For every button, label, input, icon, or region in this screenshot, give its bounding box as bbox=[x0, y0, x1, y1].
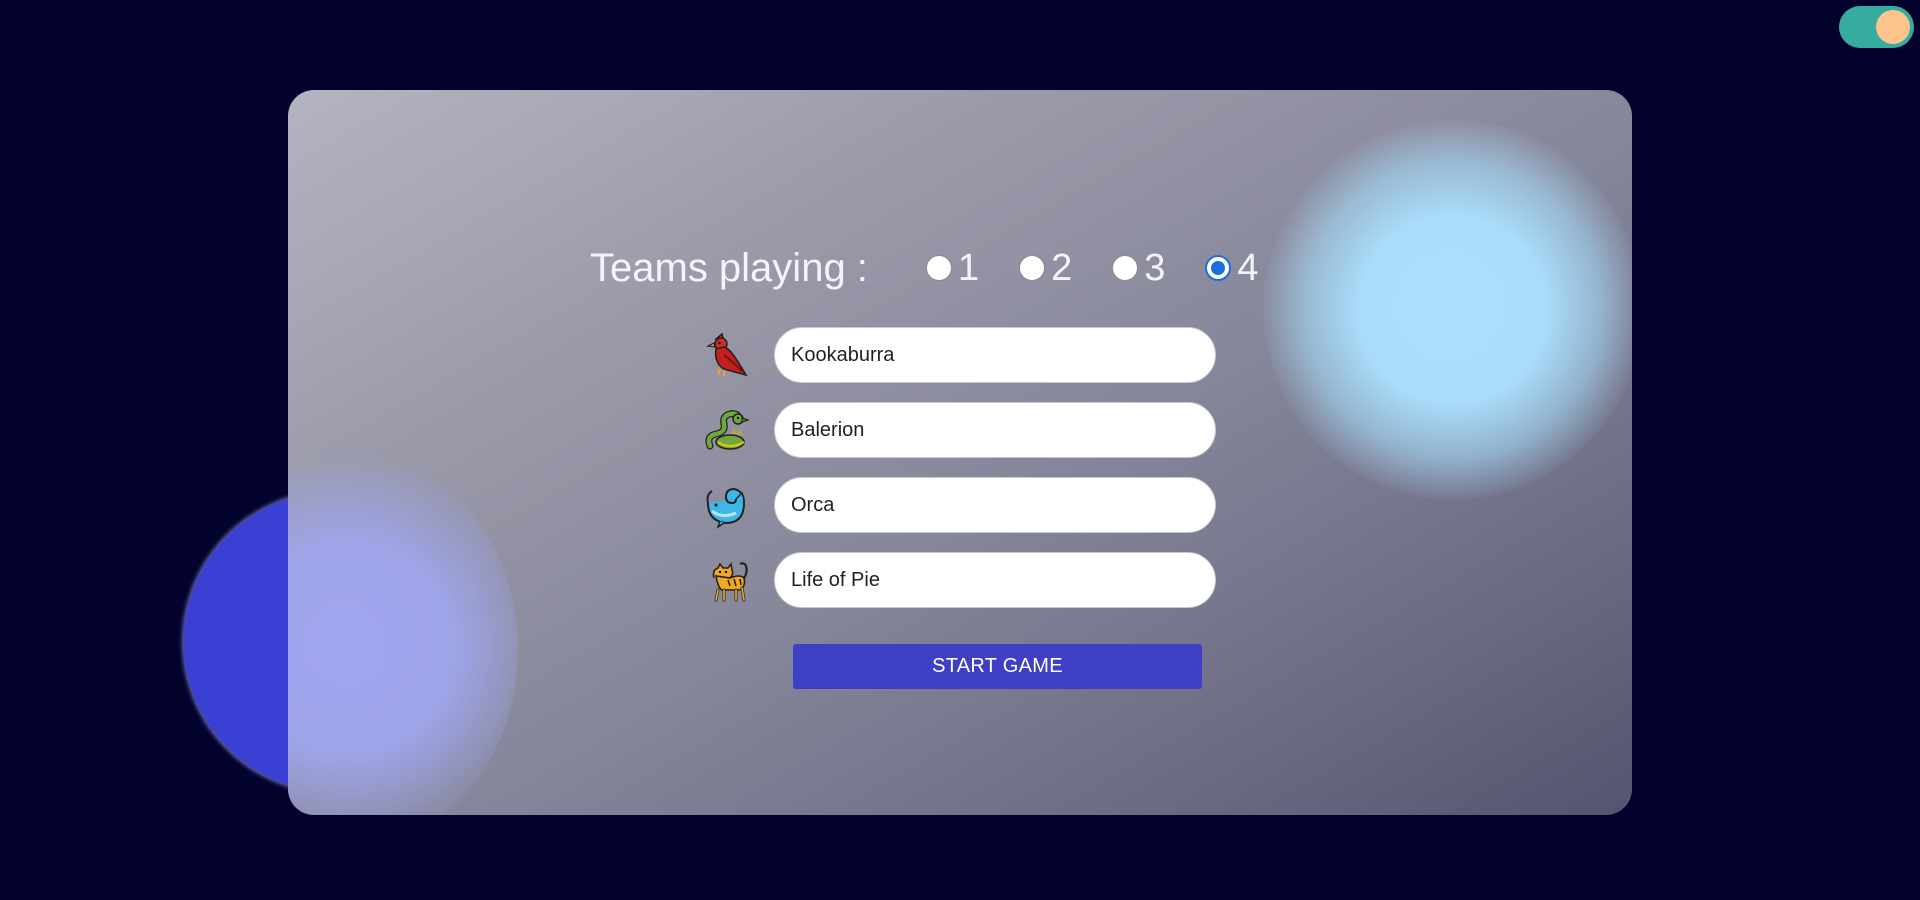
radio-button-4[interactable] bbox=[1205, 255, 1232, 281]
theme-toggle-knob bbox=[1876, 10, 1910, 44]
team-row-4 bbox=[702, 552, 1216, 608]
team-row-1 bbox=[702, 327, 1216, 383]
whale-icon bbox=[706, 487, 746, 529]
radio-button-1[interactable] bbox=[925, 255, 952, 281]
teams-playing-selector: Teams playing : 1 2 3 4 bbox=[590, 230, 1298, 306]
teams-option-3[interactable]: 3 bbox=[1112, 247, 1165, 290]
theme-toggle[interactable] bbox=[1839, 6, 1914, 48]
team-name-input-1[interactable] bbox=[774, 327, 1216, 383]
dragon-icon bbox=[705, 410, 750, 450]
glow-blue-decoration bbox=[1263, 120, 1632, 500]
team-name-input-4[interactable] bbox=[774, 552, 1216, 608]
team-name-list bbox=[702, 327, 1216, 627]
glow-purple-decoration bbox=[288, 450, 518, 815]
radio-button-2[interactable] bbox=[1019, 255, 1046, 281]
team-row-2 bbox=[702, 402, 1216, 458]
teams-option-2[interactable]: 2 bbox=[1019, 247, 1072, 290]
start-game-button[interactable]: START GAME bbox=[793, 644, 1202, 689]
radio-label-1: 1 bbox=[957, 246, 980, 289]
app-stage: Teams playing : 1 2 3 4 Kookaburra Baler… bbox=[0, 0, 1920, 900]
cardinal-bird-icon bbox=[706, 332, 748, 377]
radio-button-3[interactable] bbox=[1112, 255, 1139, 281]
teams-option-4[interactable]: 4 bbox=[1205, 247, 1258, 290]
radio-label-3: 3 bbox=[1144, 246, 1166, 289]
radio-label-2: 2 bbox=[1051, 246, 1073, 289]
team-row-3 bbox=[702, 477, 1216, 533]
radio-label-4: 4 bbox=[1237, 246, 1259, 289]
tiger-icon bbox=[712, 562, 748, 602]
team-name-input-3[interactable] bbox=[774, 477, 1216, 533]
teams-playing-label: Teams playing : bbox=[590, 245, 868, 290]
teams-option-1[interactable]: 1 bbox=[925, 246, 980, 290]
team-name-input-2[interactable] bbox=[774, 402, 1216, 458]
setup-card: Teams playing : 1 2 3 4 Kookaburra Baler… bbox=[288, 90, 1632, 815]
